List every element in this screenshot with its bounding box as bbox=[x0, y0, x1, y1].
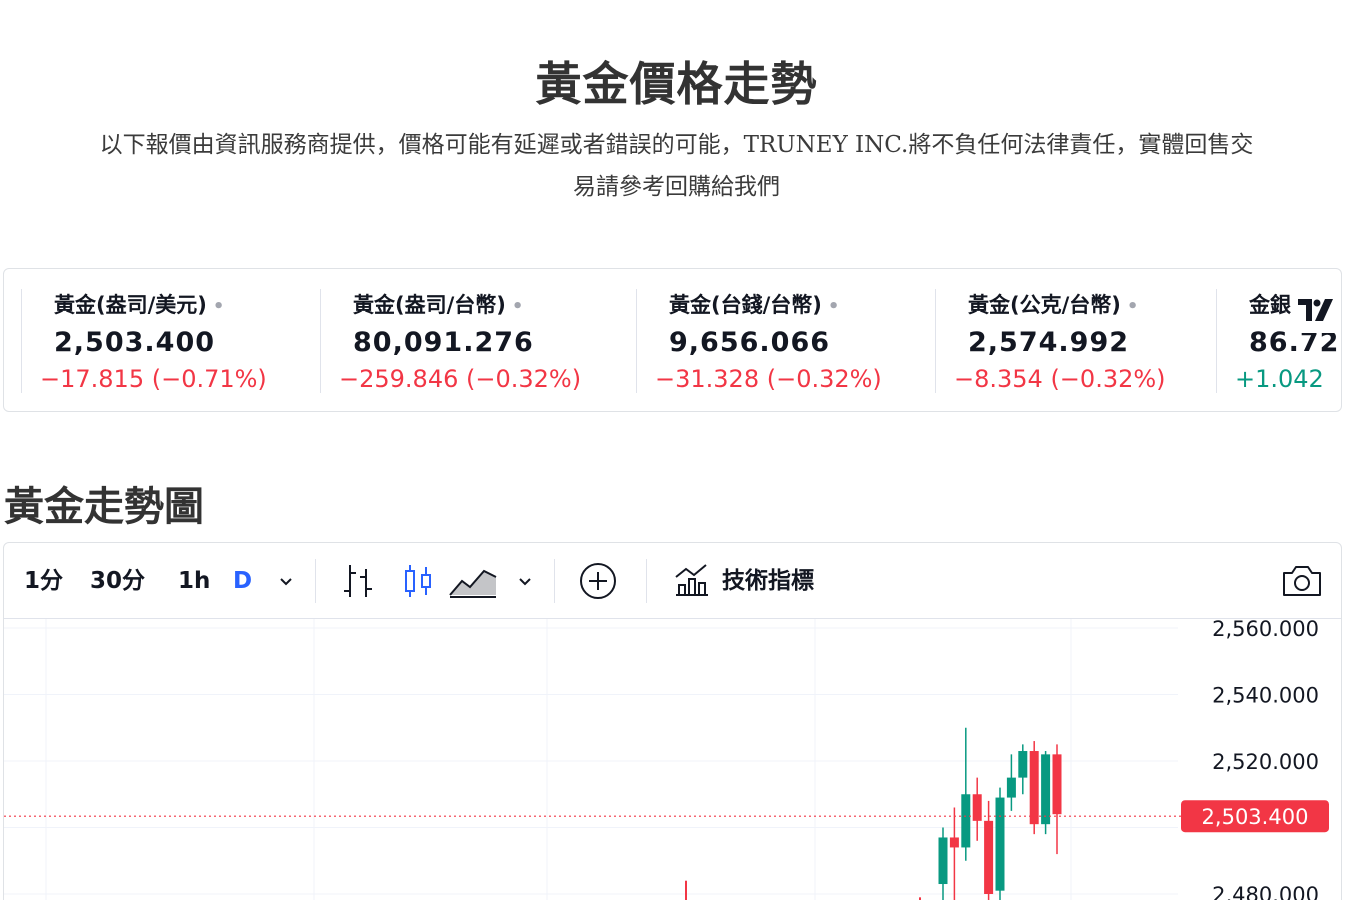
ticker-price: 9,656.066 bbox=[669, 327, 831, 358]
ticker-item[interactable]: 黃金(盎司/美元) • 2,503.400 −17.815 (−0.71%) bbox=[21, 289, 321, 393]
page-title: 黃金價格走勢 bbox=[535, 57, 818, 111]
ticker-change: +1.042 bbox=[1235, 365, 1324, 393]
ticker-symbol: 黃金(公克/台幣) • bbox=[968, 293, 1139, 317]
indicators-icon[interactable] bbox=[672, 561, 712, 601]
ticker-separator bbox=[935, 289, 936, 393]
last-price-label: 2,503.400 bbox=[1202, 805, 1309, 829]
candle-body bbox=[984, 820, 994, 894]
price-axis-tick-label: 2,520.000 bbox=[1212, 750, 1319, 774]
interval-1min-button[interactable]: 1分 bbox=[24, 563, 63, 599]
candle-body bbox=[1041, 754, 1051, 825]
ticker-price: 2,503.400 bbox=[54, 327, 216, 358]
ticker-price: 80,091.276 bbox=[353, 327, 534, 358]
indicators-button[interactable]: 技術指標 bbox=[722, 563, 814, 599]
snapshot-camera-icon[interactable] bbox=[1280, 561, 1324, 601]
ticker-separator bbox=[320, 289, 321, 393]
candle-body bbox=[1018, 751, 1028, 778]
chart-widget: 1分 30分 1h D 技術指標 2,560.000 2,540.000 2,5… bbox=[3, 542, 1342, 900]
ticker-item[interactable]: 黃金(盎司/台幣) • 80,091.276 −259.846 (−0.32%) bbox=[320, 289, 636, 393]
disclaimer-line-2: 易請參考回購給我們 bbox=[573, 174, 780, 200]
price-axis-tick-label: 2,480.000 bbox=[1212, 883, 1319, 900]
candle-body bbox=[1029, 751, 1039, 825]
chart-toolbar: 1分 30分 1h D 技術指標 bbox=[4, 543, 1341, 619]
compare-plus-circle-icon[interactable] bbox=[578, 561, 618, 601]
candle-body bbox=[961, 794, 971, 848]
ticker-separator bbox=[21, 289, 22, 393]
ticker-symbol: 黃金(盎司/美元) • bbox=[54, 293, 225, 317]
area-chart-type-icon[interactable] bbox=[448, 561, 498, 601]
ticker-symbol: 金銀 bbox=[1249, 293, 1291, 317]
candle-body bbox=[949, 837, 959, 848]
toolbar-divider bbox=[554, 559, 555, 603]
price-axis-tick-label: 2,540.000 bbox=[1212, 684, 1319, 708]
ticker-symbol: 黃金(台錢/台幣) • bbox=[669, 293, 840, 317]
ticker-change: −259.846 (−0.32%) bbox=[339, 365, 582, 393]
toolbar-divider bbox=[315, 559, 316, 603]
ticker-change: −8.354 (−0.32%) bbox=[954, 365, 1166, 393]
candle-body bbox=[1052, 754, 1062, 815]
ticker-change: −31.328 (−0.32%) bbox=[655, 365, 882, 393]
candles-chart-type-icon[interactable] bbox=[400, 561, 436, 601]
interval-30min-button[interactable]: 30分 bbox=[90, 563, 145, 599]
ticker-symbol: 黃金(盎司/台幣) • bbox=[353, 293, 524, 317]
ticker-item[interactable]: 黃金(台錢/台幣) • 9,656.066 −31.328 (−0.32%) bbox=[636, 289, 936, 393]
interval-day-button[interactable]: D bbox=[233, 563, 252, 599]
candle-body bbox=[938, 837, 948, 885]
disclaimer-text: 以下報價由資訊服務商提供，價格可能有延遲或者錯誤的可能，TRUNEY INC.將… bbox=[4, 124, 1349, 208]
tradingview-logo-icon[interactable] bbox=[1291, 287, 1341, 333]
bars-chart-type-icon[interactable] bbox=[340, 561, 376, 601]
toolbar-divider bbox=[646, 559, 647, 603]
candle-body bbox=[972, 794, 982, 821]
chart-section-title: 黃金走勢圖 bbox=[4, 484, 204, 530]
interval-dropdown-chevron-down-icon[interactable] bbox=[276, 571, 296, 591]
price-axis-tick-label: 2,560.000 bbox=[1212, 619, 1319, 641]
ticker-price: 2,574.992 bbox=[968, 327, 1130, 358]
ticker-item[interactable]: 黃金(公克/台幣) • 2,574.992 −8.354 (−0.32%) bbox=[935, 289, 1217, 393]
ticker-separator bbox=[636, 289, 637, 393]
ticker-separator bbox=[1216, 289, 1217, 393]
ticker-change: −17.815 (−0.71%) bbox=[40, 365, 267, 393]
disclaimer-line-1: 以下報價由資訊服務商提供，價格可能有延遲或者錯誤的可能，TRUNEY INC.將… bbox=[99, 132, 1254, 158]
interval-1h-button[interactable]: 1h bbox=[178, 563, 210, 599]
candle-body bbox=[995, 797, 1005, 891]
tradingview-logo-glyph bbox=[1298, 299, 1333, 321]
candlestick-chart[interactable]: 2,560.000 2,540.000 2,520.000 2,480.000 2,50… bbox=[4, 619, 1342, 900]
candle-body bbox=[1006, 777, 1016, 798]
chart-type-dropdown-chevron-down-icon[interactable] bbox=[515, 571, 535, 591]
ticker-tape: 黃金(盎司/美元) • 2,503.400 −17.815 (−0.71%) 黃金… bbox=[3, 268, 1342, 412]
